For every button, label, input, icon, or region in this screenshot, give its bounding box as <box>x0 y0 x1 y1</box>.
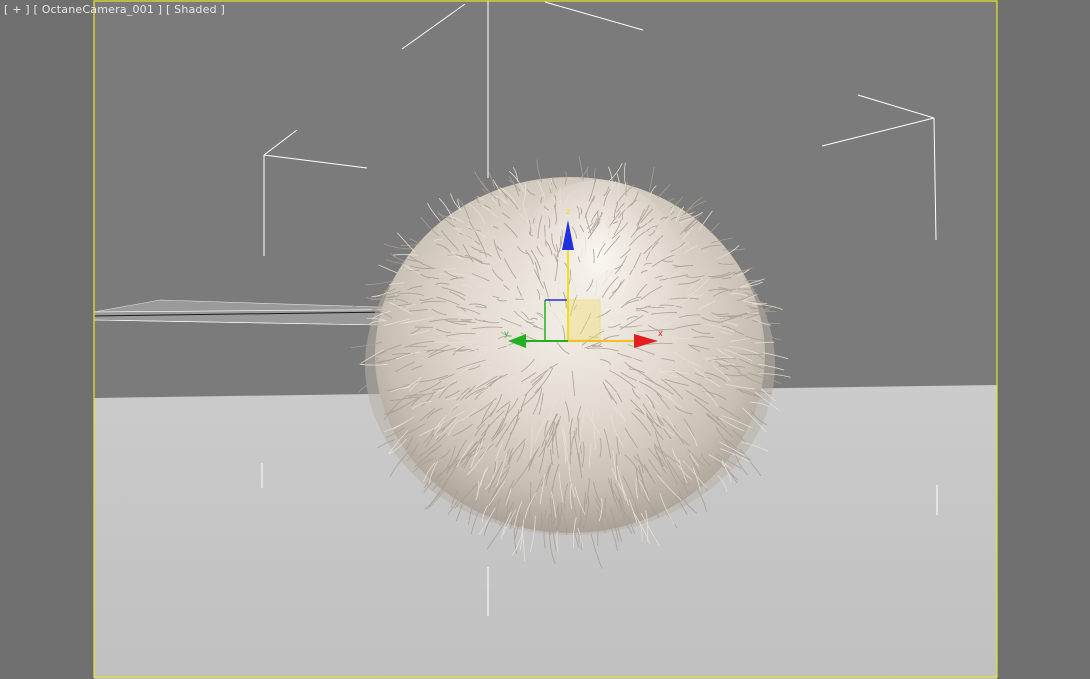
gizmo-x-label: x <box>658 329 663 338</box>
scene-canvas[interactable]: z y x <box>0 0 1090 679</box>
viewport-camera-menu[interactable]: [ OctaneCamera_001 ] <box>34 3 163 16</box>
gizmo-y-label: y <box>504 329 509 338</box>
viewport-menu-plus[interactable]: [ + ] <box>4 3 30 16</box>
viewport-shading-menu[interactable]: [ Shaded ] <box>166 3 225 16</box>
viewport-right-band <box>997 0 1090 679</box>
viewport-left-band <box>0 0 94 679</box>
gizmo-z-label: z <box>566 207 570 216</box>
viewport-camera[interactable]: [ + ] [ OctaneCamera_001 ] [ Shaded ] z … <box>0 0 1090 679</box>
gizmo-plane-xz[interactable] <box>568 299 601 341</box>
viewport-label: [ + ] [ OctaneCamera_001 ] [ Shaded ] <box>4 3 225 16</box>
